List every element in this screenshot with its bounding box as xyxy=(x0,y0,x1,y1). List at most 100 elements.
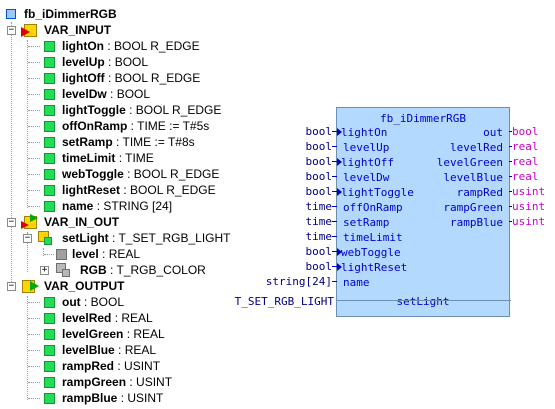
output-pin-levelGreen[interactable]: levelGreen xyxy=(437,155,503,170)
struct-icon-small xyxy=(62,269,70,277)
var-name: out xyxy=(62,295,81,309)
edge-trigger-icon xyxy=(337,263,342,271)
var-name: lightReset xyxy=(62,183,121,197)
var-type: : BOOL R_EDGE xyxy=(107,39,200,53)
var-type: : BOOL xyxy=(110,87,151,101)
var-in-out-label: VAR_IN_OUT xyxy=(44,215,120,229)
field-icon xyxy=(56,249,67,260)
input-wire xyxy=(332,206,337,207)
var-name: levelGreen xyxy=(62,327,124,341)
input-pin-lightToggle[interactable]: lightToggle xyxy=(341,185,414,200)
var-name: timeLimit xyxy=(62,151,116,165)
variable-icon xyxy=(44,313,55,324)
variable-icon xyxy=(44,89,55,100)
output-pin-rampGreen[interactable]: rampGreen xyxy=(443,200,503,215)
collapse-icon[interactable]: − xyxy=(7,218,16,227)
var-type: : TIME := T#8s xyxy=(116,135,195,149)
variable-icon xyxy=(44,153,55,164)
input-wire xyxy=(332,221,337,222)
input-pin-timeLimit[interactable]: timeLimit xyxy=(343,230,403,245)
output-ext-type: usint xyxy=(512,185,546,198)
input-pin-lightReset[interactable]: lightReset xyxy=(341,260,407,275)
input-pin-levelUp[interactable]: levelUp xyxy=(343,140,389,155)
function-block[interactable]: fb_iDimmerRGB lightOn levelUp lightOff leve… xyxy=(336,107,510,317)
var-name: rampGreen xyxy=(62,375,127,389)
var-type: : STRING [24] xyxy=(96,199,173,213)
variable-icon xyxy=(44,393,55,404)
output-ext-type: real xyxy=(512,155,539,168)
setlight-name: setLight xyxy=(62,231,109,245)
input-wire xyxy=(332,191,337,192)
input-ext-type: bool xyxy=(305,155,333,168)
variable-icon xyxy=(44,361,55,372)
variable-icon xyxy=(44,185,55,196)
edge-trigger-icon xyxy=(337,188,342,196)
var-input-label: VAR_INPUT xyxy=(44,23,112,37)
input-ext-type: bool xyxy=(305,260,333,273)
var-type: : USINT xyxy=(120,391,164,405)
input-ext-type: time xyxy=(305,200,333,213)
input-ext-type: bool xyxy=(305,170,333,183)
var-type: : REAL xyxy=(118,343,157,357)
edge-trigger-icon xyxy=(337,128,342,136)
var-name: rampRed xyxy=(62,359,115,373)
var-name: offOnRamp xyxy=(62,119,128,133)
input-pin-offOnRamp[interactable]: offOnRamp xyxy=(343,200,403,215)
var-name: lightToggle xyxy=(62,103,126,117)
input-pin-lightOff[interactable]: lightOff xyxy=(341,155,394,170)
input-wire xyxy=(332,161,337,162)
output-pin-rampBlue[interactable]: rampBlue xyxy=(450,215,503,230)
var-output-label: VAR_OUTPUT xyxy=(44,279,125,293)
variable-icon xyxy=(44,121,55,132)
collapse-icon[interactable]: − xyxy=(7,26,16,35)
var-name: lightOff xyxy=(62,71,105,85)
input-pin-levelDw[interactable]: levelDw xyxy=(343,170,389,185)
function-block-icon xyxy=(6,9,16,19)
input-pin-setRamp[interactable]: setRamp xyxy=(343,215,389,230)
collapse-icon[interactable]: − xyxy=(7,282,16,291)
inout-wire xyxy=(336,300,511,301)
input-ext-type: bool xyxy=(305,185,333,198)
input-pin-lightOn[interactable]: lightOn xyxy=(341,125,387,140)
var-name: lightOn xyxy=(62,39,104,53)
var-type: : TIME xyxy=(118,151,154,165)
var-type: : USINT xyxy=(117,359,161,373)
arrow-right-icon xyxy=(21,27,30,37)
var-name: levelUp xyxy=(62,55,105,69)
expand-icon[interactable]: + xyxy=(40,266,49,275)
var-name: levelRed xyxy=(62,311,112,325)
input-pin-name[interactable]: name xyxy=(343,275,370,290)
output-pin-rampRed[interactable]: rampRed xyxy=(457,185,503,200)
variable-icon xyxy=(44,169,55,180)
rgb-type: : T_RGB_COLOR xyxy=(110,263,206,277)
var-type: : BOOL xyxy=(84,295,125,309)
input-wire xyxy=(332,146,337,147)
arrow-left-icon xyxy=(21,221,29,229)
output-pin-levelBlue[interactable]: levelBlue xyxy=(443,170,503,185)
variable-icon xyxy=(44,41,55,52)
tree-root-label: fb_iDimmerRGB xyxy=(24,7,117,21)
var-type: : BOOL R_EDGE xyxy=(108,71,201,85)
input-wire xyxy=(332,176,337,177)
output-ext-type: usint xyxy=(512,200,546,213)
output-pin-out[interactable]: out xyxy=(483,125,503,140)
var-type: : BOOL R_EDGE xyxy=(129,103,222,117)
output-ext-type: real xyxy=(512,140,539,153)
rgb-name: RGB xyxy=(80,263,107,277)
collapse-icon[interactable]: − xyxy=(23,234,32,243)
input-ext-type: time xyxy=(305,215,333,228)
variable-icon xyxy=(44,73,55,84)
input-wire xyxy=(332,236,337,237)
variable-icon xyxy=(44,137,55,148)
output-pin-levelRed[interactable]: levelRed xyxy=(450,140,503,155)
arrow-right-icon xyxy=(30,281,39,291)
variable-icon xyxy=(44,201,55,212)
variable-icon xyxy=(44,329,55,340)
input-ext-type: string[24] xyxy=(265,275,332,288)
level-name: level xyxy=(72,247,99,261)
var-type: : REAL xyxy=(126,327,165,341)
output-ext-type: bool xyxy=(512,125,539,138)
variable-icon xyxy=(44,377,55,388)
input-pin-webToggle[interactable]: webToggle xyxy=(341,245,401,260)
arrow-bidirectional-icon xyxy=(30,214,38,222)
